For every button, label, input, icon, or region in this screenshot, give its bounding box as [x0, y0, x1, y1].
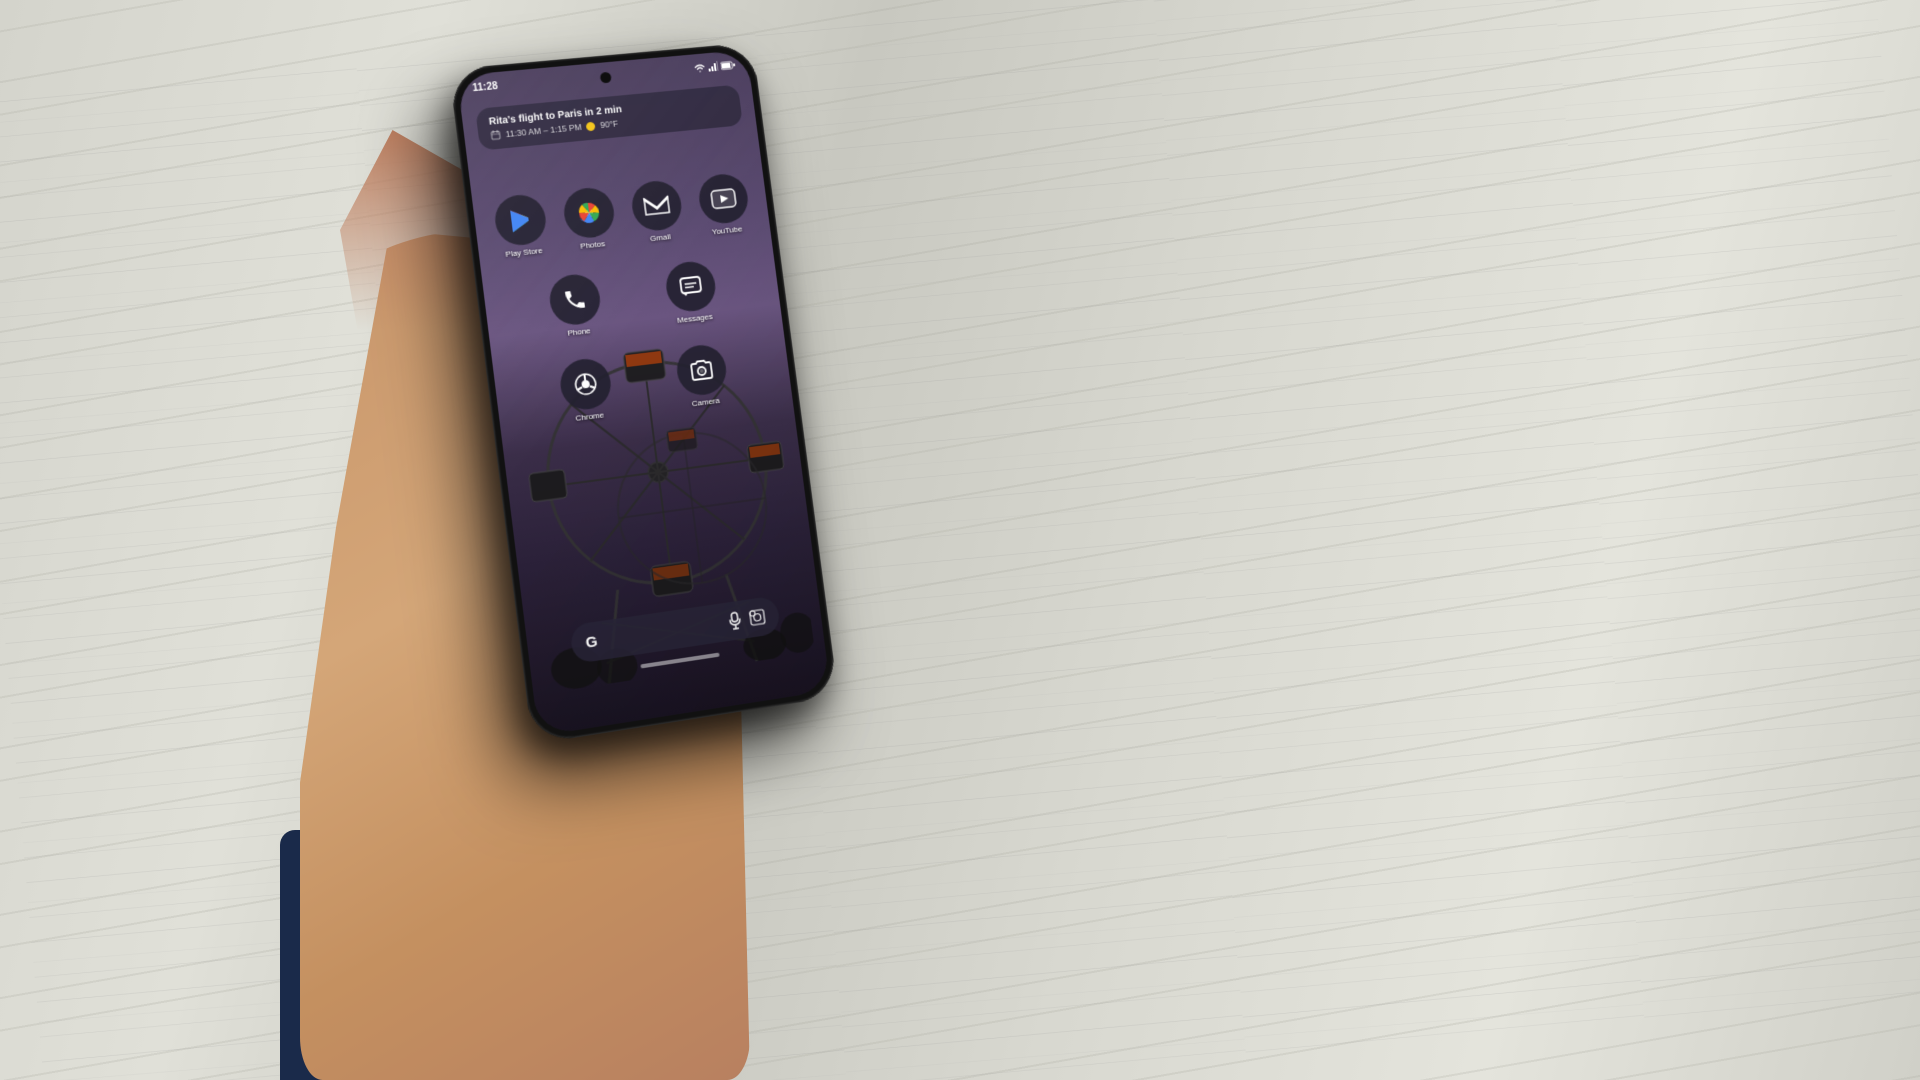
signal-icon — [708, 61, 719, 72]
app-item-camera[interactable]: Camera — [674, 343, 730, 410]
gmail-logo-icon — [641, 194, 671, 218]
chrome-icon[interactable] — [558, 356, 614, 412]
phone-logo-icon — [562, 286, 589, 313]
photos-icon[interactable] — [561, 186, 617, 240]
wifi-icon — [693, 62, 706, 73]
app-item-messages[interactable]: Messages — [663, 259, 719, 325]
playstore-logo-icon — [505, 206, 534, 235]
camera-logo-icon — [688, 358, 716, 383]
app-item-chrome[interactable]: Chrome — [558, 356, 616, 424]
google-g-icon: G — [585, 632, 599, 651]
temperature: 90°F — [600, 119, 619, 130]
app-item-youtube[interactable]: YouTube — [696, 172, 752, 237]
app-item-gmail[interactable]: Gmail — [629, 179, 686, 245]
mic-icon[interactable] — [727, 611, 743, 631]
youtube-logo-icon — [709, 188, 737, 210]
search-actions — [727, 607, 766, 630]
app-item-playstore[interactable]: Play Store — [492, 193, 550, 260]
playstore-icon[interactable] — [492, 193, 548, 248]
status-icons — [693, 59, 735, 72]
messages-logo-icon — [677, 272, 706, 300]
sun-icon — [586, 121, 596, 131]
lens-icon[interactable] — [749, 608, 767, 626]
youtube-icon[interactable] — [696, 172, 750, 226]
messages-icon[interactable] — [663, 259, 718, 314]
app-item-phone[interactable]: Phone — [547, 272, 604, 339]
calendar-icon — [490, 130, 501, 141]
battery-icon — [720, 60, 735, 70]
camera-app-icon[interactable] — [674, 343, 729, 398]
phone-icon[interactable] — [547, 272, 603, 327]
app-item-photos[interactable]: Photos — [561, 186, 618, 252]
gmail-icon[interactable] — [629, 179, 684, 233]
chrome-logo-icon — [571, 370, 600, 399]
status-time: 11:28 — [472, 81, 498, 94]
photos-logo-icon — [574, 199, 603, 227]
